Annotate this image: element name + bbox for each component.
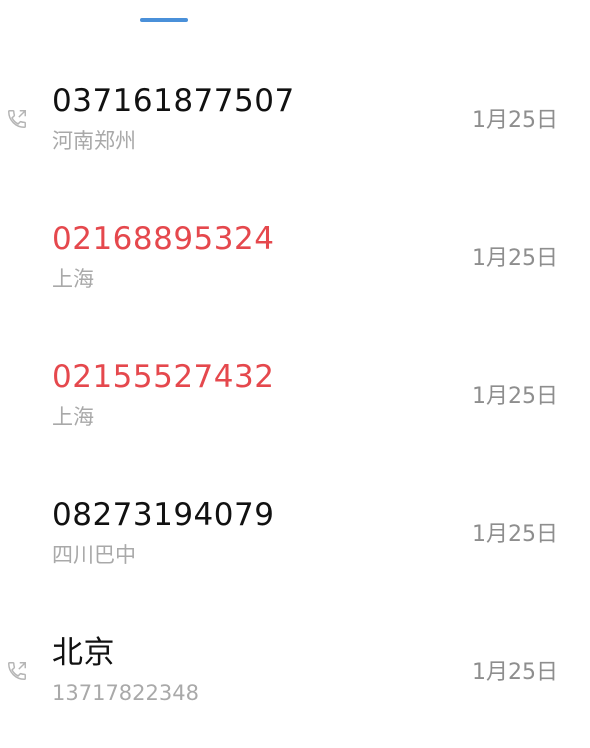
call-date: 1月25日 xyxy=(472,660,558,685)
call-location: 上海 xyxy=(52,267,94,291)
call-log-row[interactable]: 02168895324 上海 1月25日 xyxy=(0,196,590,326)
call-location: 河南郑州 xyxy=(52,129,136,153)
call-log-row[interactable]: 北京 13717822348 1月25日 xyxy=(0,610,590,740)
call-date: 1月25日 xyxy=(472,522,558,547)
call-log-row[interactable]: 037161877507 河南郑州 1月25日 xyxy=(0,58,590,188)
call-date: 1月25日 xyxy=(472,246,558,271)
call-location: 四川巴中 xyxy=(52,543,136,567)
call-number: 037161877507 xyxy=(52,83,295,119)
call-log-row[interactable]: 02155527432 上海 1月25日 xyxy=(0,334,590,464)
call-date: 1月25日 xyxy=(472,384,558,409)
active-tab-indicator xyxy=(140,18,188,22)
call-location: 上海 xyxy=(52,405,94,429)
call-number: 08273194079 xyxy=(52,497,275,533)
call-number: 02155527432 xyxy=(52,359,275,395)
phone-outgoing-icon xyxy=(8,110,26,128)
phone-outgoing-icon xyxy=(8,662,26,680)
call-log-row[interactable]: 08273194079 四川巴中 1月25日 xyxy=(0,472,590,602)
call-date: 1月25日 xyxy=(472,108,558,133)
contact-name: 北京 xyxy=(52,635,115,671)
call-number: 02168895324 xyxy=(52,221,275,257)
call-number: 13717822348 xyxy=(52,681,199,705)
